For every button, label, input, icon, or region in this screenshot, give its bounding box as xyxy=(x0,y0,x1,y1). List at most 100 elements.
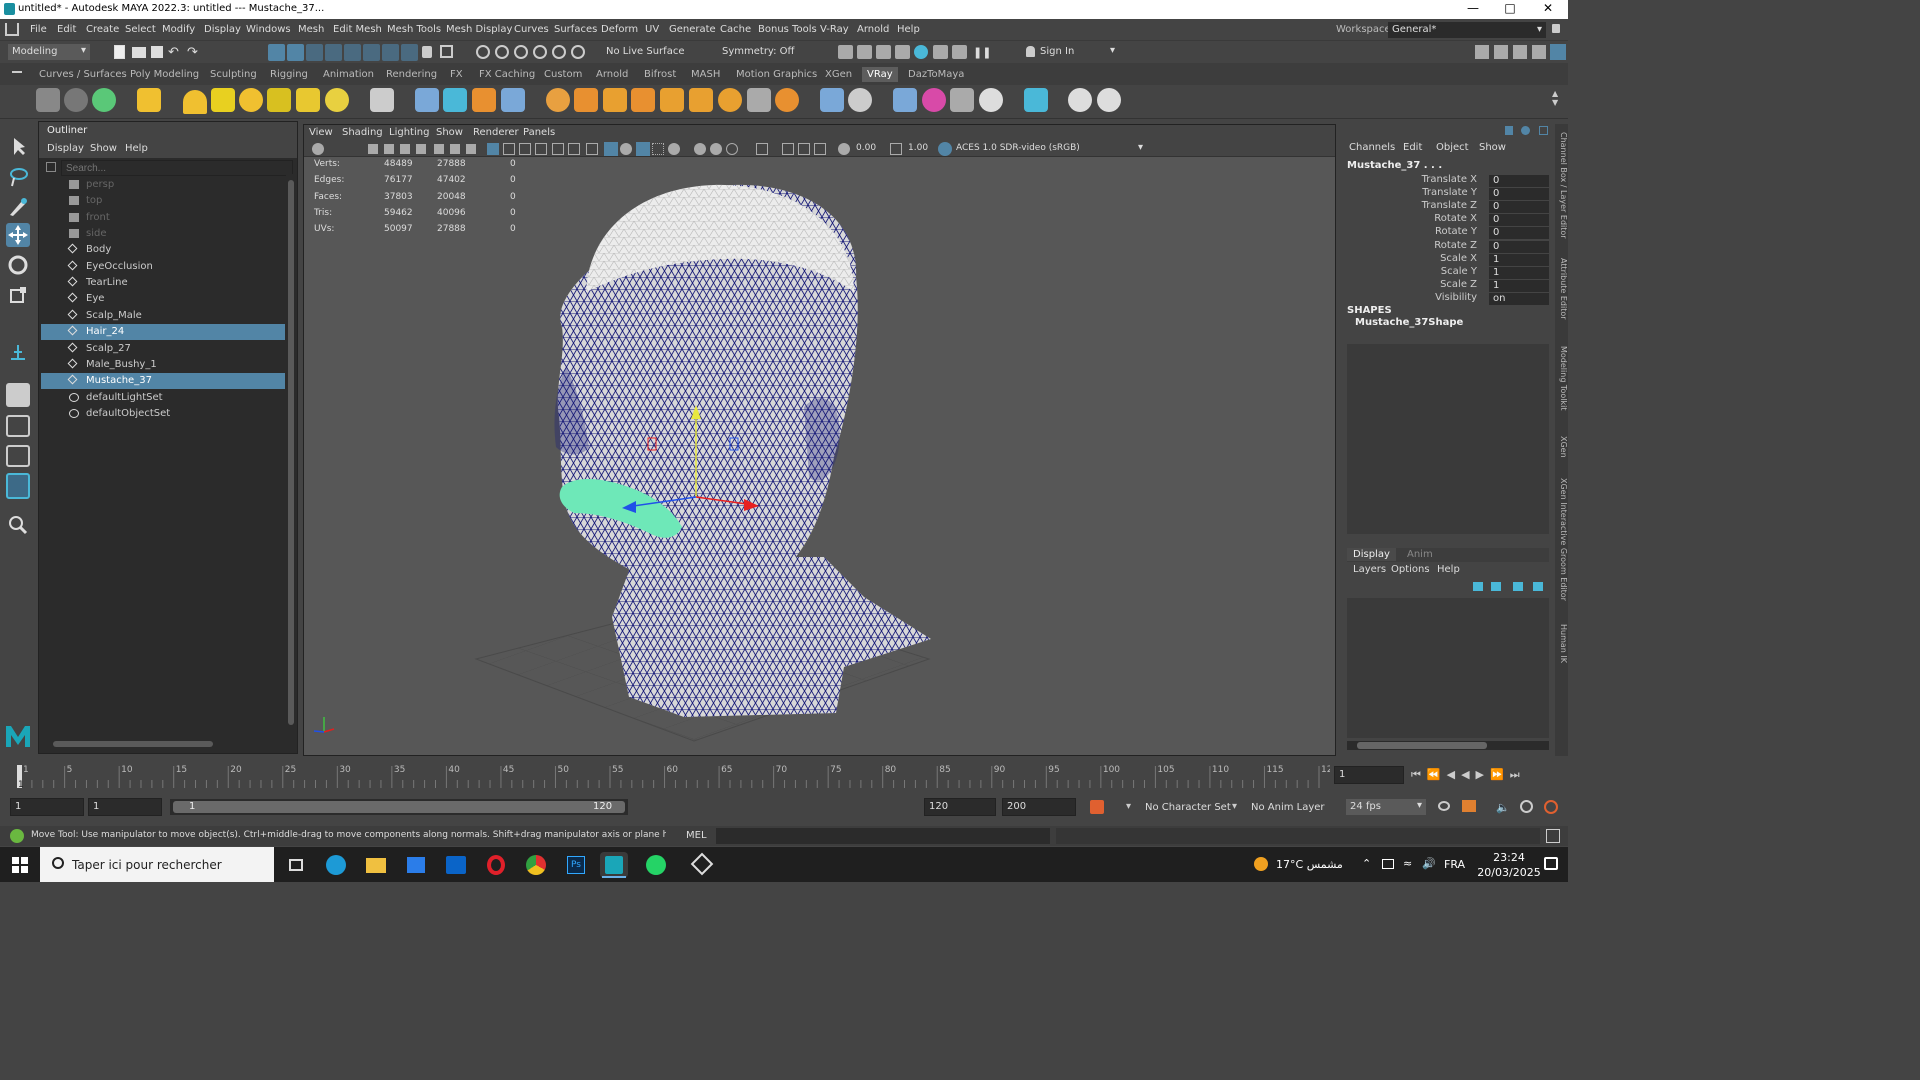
outliner-horizontal-scrollbar[interactable] xyxy=(43,740,283,748)
viewport-menu-panels[interactable]: Panels xyxy=(523,127,555,138)
highlight-selection-icon[interactable] xyxy=(440,45,453,58)
paint-select-tool-icon[interactable] xyxy=(6,195,30,219)
move-layer-down-icon[interactable] xyxy=(1491,582,1501,591)
channel-attribute-value[interactable]: 1 xyxy=(1489,266,1549,279)
outliner-item[interactable]: top xyxy=(41,193,285,209)
viewport-menu-lighting[interactable]: Lighting xyxy=(389,127,429,138)
scale-tool-icon[interactable] xyxy=(6,283,30,307)
photoshop-icon[interactable]: Ps xyxy=(562,852,590,878)
auto-key-icon[interactable] xyxy=(1090,800,1104,814)
opera-icon[interactable] xyxy=(482,852,510,878)
menu-mesh-display[interactable]: Mesh Display xyxy=(446,24,512,35)
layer-menu-layers[interactable]: Layers xyxy=(1353,564,1386,575)
outliner-menu-show[interactable]: Show xyxy=(90,143,117,154)
channel-attribute-value[interactable]: 0 xyxy=(1489,201,1549,214)
viewport-menu-shading[interactable]: Shading xyxy=(342,127,383,138)
3d-viewer-icon[interactable] xyxy=(688,852,716,878)
last-tool-icon[interactable] xyxy=(6,341,30,365)
menu-help[interactable]: Help xyxy=(897,24,920,35)
close-button[interactable]: ✕ xyxy=(1530,1,1566,15)
viewport-menu-view[interactable]: View xyxy=(309,127,333,138)
vray-physical-camera-icon[interactable] xyxy=(848,88,872,112)
select-by-component-icon[interactable] xyxy=(306,44,323,61)
menu-bonus-tools[interactable]: Bonus Tools xyxy=(758,24,817,35)
menu-select[interactable]: Select xyxy=(125,24,156,35)
shelf-tab-animation[interactable]: Animation xyxy=(318,67,379,82)
lock-selection-icon[interactable] xyxy=(422,46,432,58)
chevron-down-icon[interactable]: ▾ xyxy=(1110,45,1115,56)
vray-proxy-icon[interactable] xyxy=(415,88,439,112)
shelf-tab-vray[interactable]: VRay xyxy=(862,67,898,82)
symmetry-dropdown[interactable]: Symmetry: Off xyxy=(722,46,794,57)
vray-color-icon[interactable] xyxy=(922,88,946,112)
input-language[interactable]: FRA xyxy=(1444,858,1465,871)
vray-logo-icon[interactable] xyxy=(1097,88,1121,112)
soft-select-icon[interactable] xyxy=(476,45,490,59)
shelf-tab-rigging[interactable]: Rigging xyxy=(265,67,313,82)
four-view-layout-icon[interactable] xyxy=(6,415,30,437)
menu-vray[interactable]: V-Ray xyxy=(820,24,849,35)
channel-attribute-label[interactable]: Scale Z xyxy=(1440,279,1477,290)
shelf-tab-daztomaya[interactable]: DazToMaya xyxy=(903,67,969,82)
sound-icon[interactable]: 🔈 xyxy=(1496,801,1510,814)
vray-toon-icon[interactable] xyxy=(546,88,570,112)
chevron-down-icon[interactable]: ▾ xyxy=(1232,801,1237,812)
shelf-tab-mash[interactable]: MASH xyxy=(686,67,725,82)
script-language-button[interactable]: MEL xyxy=(686,830,707,841)
vray-multi-icon[interactable] xyxy=(950,88,974,112)
lock-icon[interactable] xyxy=(1552,24,1560,33)
current-frame-field[interactable]: 1 xyxy=(1334,766,1404,784)
outliner-item[interactable]: Mustache_37 xyxy=(41,373,285,390)
playback-end-field[interactable]: 120 xyxy=(924,798,996,816)
image-plane-icon[interactable] xyxy=(400,144,410,154)
channel-box-menu-edit[interactable]: Edit xyxy=(1403,142,1422,153)
menu-display[interactable]: Display xyxy=(204,24,241,35)
open-scene-icon[interactable] xyxy=(132,47,146,58)
sign-in-button[interactable]: Sign In xyxy=(1040,46,1074,57)
render-setup-icon[interactable] xyxy=(933,45,948,59)
single-perspective-view-icon[interactable] xyxy=(6,383,30,407)
channel-attribute-label[interactable]: Rotate X xyxy=(1434,213,1477,224)
command-line-input[interactable] xyxy=(716,828,1050,844)
channel-box-menu-object[interactable]: Object xyxy=(1436,142,1469,153)
clock-time[interactable]: 23:24 xyxy=(1484,851,1534,864)
anim-layer-dropdown[interactable]: No Anim Layer xyxy=(1251,802,1325,813)
scene-start-field[interactable]: 1 xyxy=(10,798,84,816)
shelf-tab-bifrost[interactable]: Bifrost xyxy=(639,67,681,82)
shelf-tab-arnold[interactable]: Arnold xyxy=(591,67,633,82)
vray-ies-light-icon[interactable] xyxy=(267,88,291,112)
outliner-item[interactable]: TearLine xyxy=(41,275,285,291)
safe-action-icon[interactable] xyxy=(552,143,564,155)
new-layer-icon[interactable] xyxy=(1513,582,1523,591)
make-live-icon[interactable] xyxy=(571,45,585,59)
shelf-menu-icon[interactable] xyxy=(12,71,22,73)
side-tab-channel-box[interactable]: Channel Box / Layer Editor xyxy=(1555,132,1568,239)
channel-attribute-value[interactable]: 0 xyxy=(1489,188,1549,201)
construction-history-icon[interactable] xyxy=(514,45,528,59)
select-by-hierarchy-icon[interactable] xyxy=(268,44,285,61)
persp-outliner-layout-icon[interactable] xyxy=(6,445,30,467)
vray-light-select-icon[interactable] xyxy=(325,88,349,112)
step-back-frame-icon[interactable]: ◀ xyxy=(1447,768,1461,781)
shelf-tab-fx[interactable]: FX xyxy=(445,67,468,82)
outliner-item[interactable]: defaultLightSet xyxy=(41,390,285,406)
step-back-key-icon[interactable]: ⏪ xyxy=(1427,768,1447,781)
menu-edit-mesh[interactable]: Edit Mesh xyxy=(333,24,382,35)
outliner-item[interactable]: side xyxy=(41,226,285,242)
shelf-tab-fx-caching[interactable]: FX Caching xyxy=(474,67,540,82)
gamma-icon[interactable] xyxy=(890,143,902,155)
vray-lightmix-icon[interactable] xyxy=(1068,88,1092,112)
exposure-field[interactable]: 0.00 xyxy=(856,143,876,153)
menu-uv[interactable]: UV xyxy=(645,24,659,35)
loop-icon[interactable] xyxy=(1438,801,1450,811)
vray-denoise-icon[interactable] xyxy=(1024,88,1048,112)
grid-icon[interactable] xyxy=(487,143,499,155)
menu-generate[interactable]: Generate xyxy=(669,24,716,35)
wireframe-icon[interactable] xyxy=(586,143,598,155)
menu-modify[interactable]: Modify xyxy=(162,24,195,35)
viewport-menu-show[interactable]: Show xyxy=(436,127,463,138)
exposure-icon[interactable] xyxy=(838,143,850,155)
toggle-modeling-toolkit-icon[interactable] xyxy=(1475,45,1489,59)
outliner-menu-help[interactable]: Help xyxy=(125,143,148,154)
channel-attribute-value[interactable]: 1 xyxy=(1489,279,1549,292)
